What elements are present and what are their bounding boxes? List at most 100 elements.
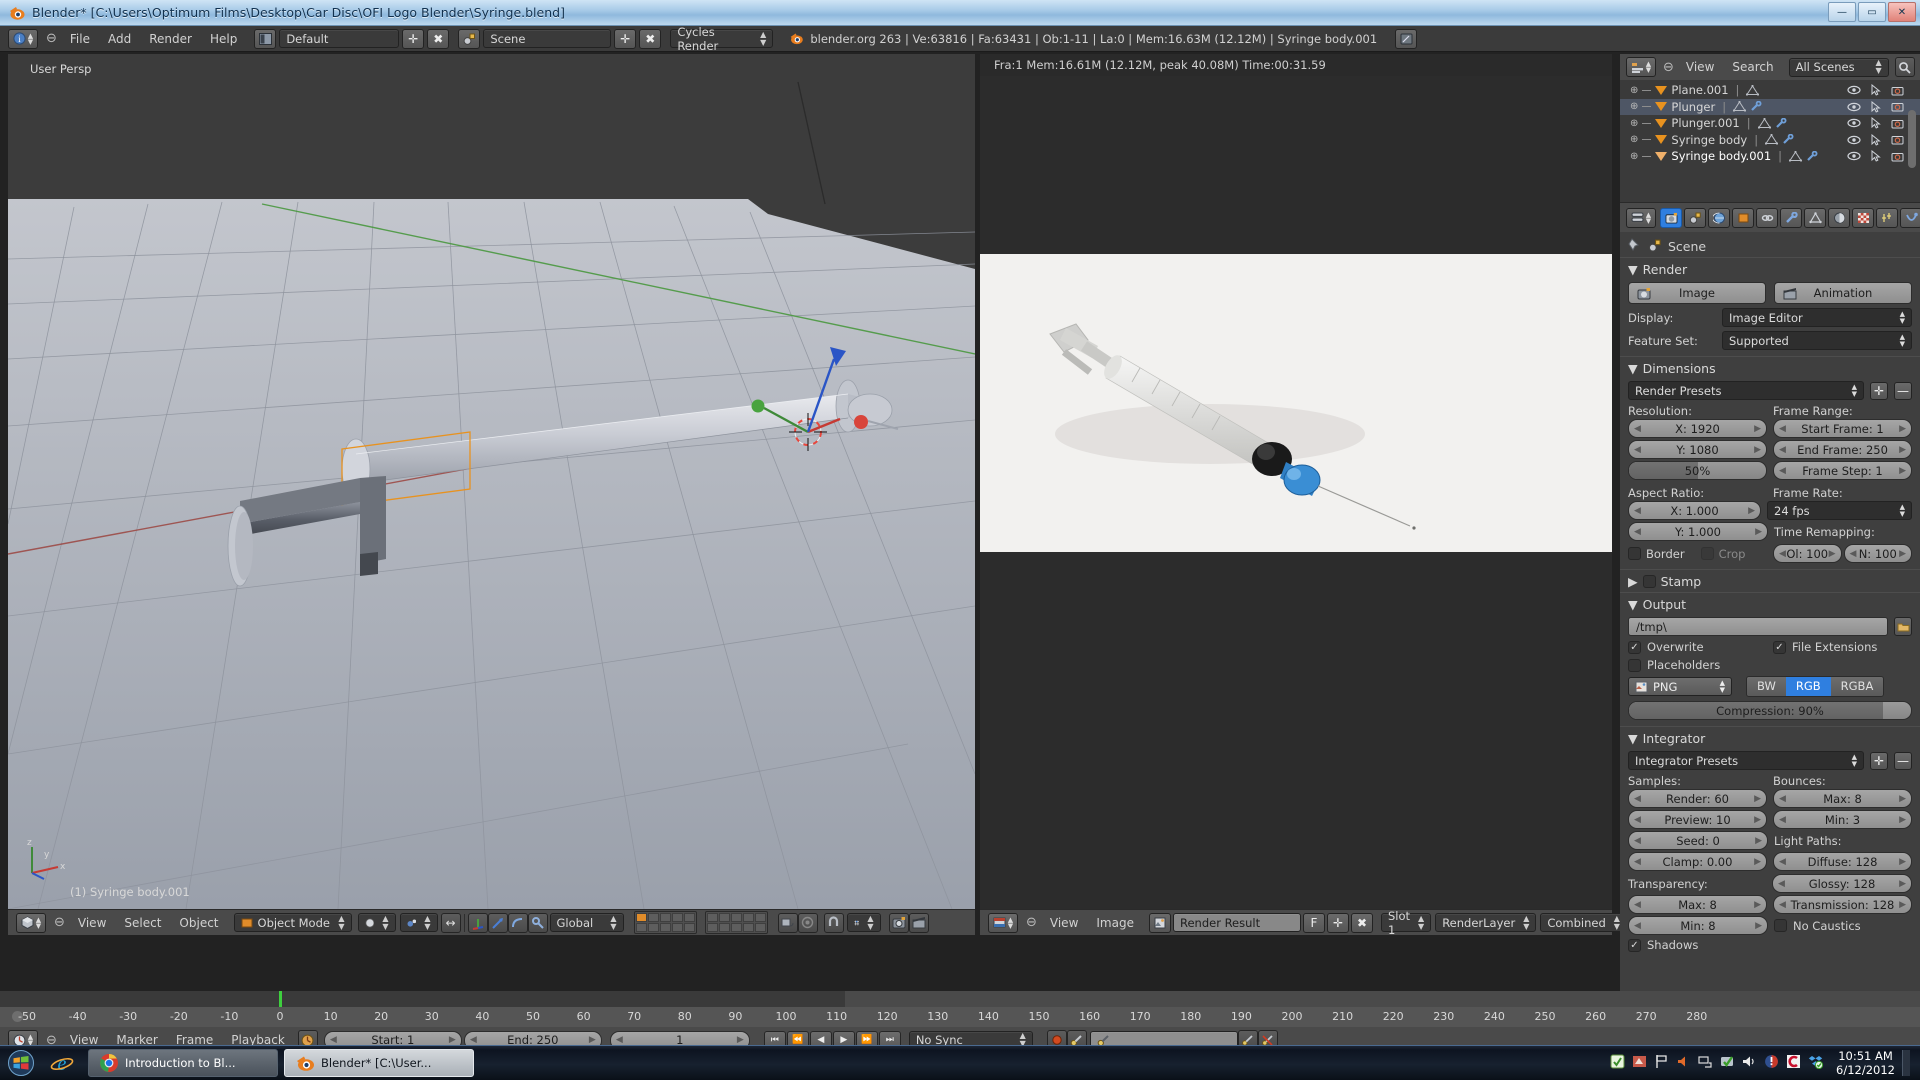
show-desktop-button[interactable] (1902, 1050, 1910, 1076)
modifier-wrench-icon[interactable] (1806, 150, 1819, 162)
properties-tab-render[interactable] (1660, 207, 1682, 228)
tray-graphics-icon[interactable] (1632, 1054, 1647, 1072)
collapse-menu-icon[interactable]: ⊖ (1660, 60, 1677, 75)
taskbar-task[interactable]: Introduction to Bl... (88, 1049, 278, 1077)
eye-visibility-icon[interactable] (1847, 135, 1861, 145)
cursor-selectability-icon[interactable] (1871, 100, 1881, 113)
start-button[interactable] (0, 1050, 42, 1076)
decrement-arrow-icon[interactable]: ◀ (470, 1035, 477, 1045)
decrement-arrow-icon[interactable]: ◀ (1634, 921, 1641, 931)
taskbar-clock[interactable]: 10:51 AM 6/12/2012 (1830, 1049, 1895, 1077)
camera-renderability-icon[interactable] (1891, 134, 1904, 145)
feature-set-dropdown[interactable]: Supported ▲ ▼ (1722, 331, 1912, 350)
increment-arrow-icon[interactable]: ▶ (1899, 466, 1906, 476)
transmission-bounces-field[interactable]: ◀ Transmission: 128 ▶ (1773, 895, 1912, 914)
expand-toggle-icon[interactable]: ⊕ (1630, 134, 1638, 145)
mesh-data-icon[interactable] (1733, 101, 1747, 112)
increment-arrow-icon[interactable]: ▶ (1899, 794, 1906, 804)
decrement-arrow-icon[interactable]: ◀ (1779, 424, 1786, 434)
add-preset-button[interactable]: ✛ (1870, 381, 1888, 400)
snap-element-dropdown[interactable]: ▲ ▼ (846, 913, 881, 932)
seed-field[interactable]: ◀ Seed: 0 ▶ (1628, 831, 1768, 850)
panel-dimensions[interactable]: ▼ Dimensions (1620, 356, 1920, 379)
time-remap-old-field[interactable]: ◀ Ol: 100 ▶ (1773, 544, 1842, 563)
color-mode-option[interactable]: RGBA (1830, 677, 1884, 696)
decrement-arrow-icon[interactable]: ◀ (1634, 794, 1641, 804)
resolution-x-field[interactable]: ◀ X: 1920 ▶ (1628, 419, 1767, 438)
file-format-dropdown[interactable]: PNG ▲ ▼ (1628, 677, 1732, 696)
tray-app-icon[interactable] (1764, 1054, 1779, 1072)
outliner-row[interactable]: ⊕ Plunger | (1620, 98, 1920, 115)
3d-viewport[interactable]: User Persp (1) Syringe body.001 z x y (8, 54, 975, 909)
outliner-display-mode-dropdown[interactable]: All Scenes ▲ ▼ (1788, 57, 1889, 77)
increment-arrow-icon[interactable]: ▶ (1754, 424, 1761, 434)
collapse-menu-icon[interactable]: ⊖ (50, 915, 69, 930)
properties-tab-material[interactable] (1828, 207, 1850, 228)
stamp-checkbox[interactable] (1642, 575, 1656, 588)
playhead-marker[interactable] (279, 991, 282, 1007)
properties-tab-texture[interactable] (1852, 207, 1874, 228)
cursor-selectability-icon[interactable] (1871, 150, 1881, 162)
tray-dropbox-icon[interactable] (1808, 1054, 1824, 1072)
preview-samples-field[interactable]: ◀ Preview: 10 ▶ (1628, 810, 1767, 829)
glossy-bounces-field[interactable]: ◀ Glossy: 128 ▶ (1772, 874, 1912, 893)
pin-icon[interactable] (1628, 238, 1642, 255)
overwrite-checkbox[interactable]: ✓ (1628, 640, 1641, 654)
increment-arrow-icon[interactable]: ▶ (1899, 445, 1906, 455)
menu-add[interactable]: Add (99, 26, 140, 52)
snap-magnet-icon[interactable] (823, 912, 844, 933)
properties-tab-object[interactable] (1732, 207, 1754, 228)
proportional-edit-icon[interactable] (797, 912, 818, 933)
menu-file[interactable]: File (61, 26, 99, 52)
rotate-manipulator-icon[interactable] (487, 912, 508, 933)
expand-toggle-icon[interactable]: ⊕ (1630, 151, 1638, 162)
tray-volume-icon[interactable] (1742, 1054, 1757, 1072)
decrement-arrow-icon[interactable]: ◀ (1850, 549, 1857, 559)
clamp-field[interactable]: ◀ Clamp: 0.00 ▶ (1628, 852, 1767, 871)
no-caustics-checkbox[interactable] (1774, 919, 1787, 932)
remove-integrator-preset-button[interactable]: — (1894, 751, 1912, 770)
eye-visibility-icon[interactable] (1847, 151, 1861, 161)
editor-type-selector-outliner[interactable]: ▲ ▼ (1626, 57, 1656, 77)
viewport-menu-object[interactable]: Object (170, 910, 227, 936)
frame-step-field[interactable]: ◀ Frame Step: 1 ▶ (1773, 461, 1912, 480)
new-image-button[interactable]: ✛ (1326, 912, 1349, 933)
image-name-field[interactable]: Render Result (1172, 913, 1301, 932)
outliner-scrollbar[interactable] (1908, 110, 1916, 168)
delete-scene-button[interactable]: ✖ (639, 28, 662, 49)
tray-network-icon[interactable] (1698, 1054, 1713, 1072)
render-layer-dropdown[interactable]: RenderLayer ▲ ▼ (1435, 913, 1537, 932)
remove-preset-button[interactable]: — (1894, 381, 1912, 400)
timeline-editor[interactable]: -50 -40 -30 -20 -10 0 10 20 30 40 50 60 70 80 90 100 110… (0, 991, 1920, 1053)
properties-tab-particles[interactable] (1876, 207, 1898, 228)
decrement-arrow-icon[interactable]: ◀ (1634, 836, 1641, 846)
cursor-selectability-icon[interactable] (1871, 84, 1881, 96)
modifier-wrench-icon[interactable] (1775, 117, 1788, 129)
increment-arrow-icon[interactable]: ▶ (1755, 836, 1762, 846)
outliner-menu-view[interactable]: View (1677, 54, 1723, 80)
decrement-arrow-icon[interactable]: ◀ (1634, 424, 1641, 434)
decrement-arrow-icon[interactable]: ◀ (1779, 794, 1786, 804)
menu-help[interactable]: Help (201, 26, 246, 52)
editor-type-selector-properties[interactable]: ▲ ▼ (1626, 207, 1656, 228)
taskbar-task[interactable]: Blender* [C:\User... (284, 1049, 474, 1077)
tray-antivirus-icon[interactable] (1720, 1054, 1735, 1072)
increment-arrow-icon[interactable]: ▶ (1754, 445, 1761, 455)
output-path-field[interactable]: /tmp\ (1628, 617, 1888, 636)
collapse-menu-icon[interactable]: ⊖ (42, 31, 61, 46)
render-engine-dropdown[interactable]: Cycles Render ▲ ▼ (670, 25, 774, 53)
decrement-arrow-icon[interactable]: ◀ (1779, 466, 1786, 476)
decrement-arrow-icon[interactable]: ◀ (1779, 445, 1786, 455)
camera-renderability-icon[interactable] (1891, 85, 1904, 96)
panel-integrator[interactable]: ▼ Integrator (1620, 726, 1920, 749)
mesh-data-icon[interactable] (1789, 150, 1803, 162)
increment-arrow-icon[interactable]: ▶ (1754, 794, 1761, 804)
panel-render[interactable]: ▼ Render (1620, 257, 1920, 280)
color-mode-option[interactable]: RGB (1785, 677, 1831, 696)
internet-explorer-icon[interactable]: e (42, 1051, 82, 1075)
resolution-y-field[interactable]: ◀ Y: 1080 ▶ (1628, 440, 1767, 459)
end-frame-field[interactable]: ◀ End Frame: 250 ▶ (1773, 440, 1912, 459)
properties-tab-modifiers[interactable] (1780, 207, 1802, 228)
fake-user-button[interactable]: F (1302, 912, 1325, 933)
maximize-button[interactable]: ▭ (1858, 2, 1886, 22)
